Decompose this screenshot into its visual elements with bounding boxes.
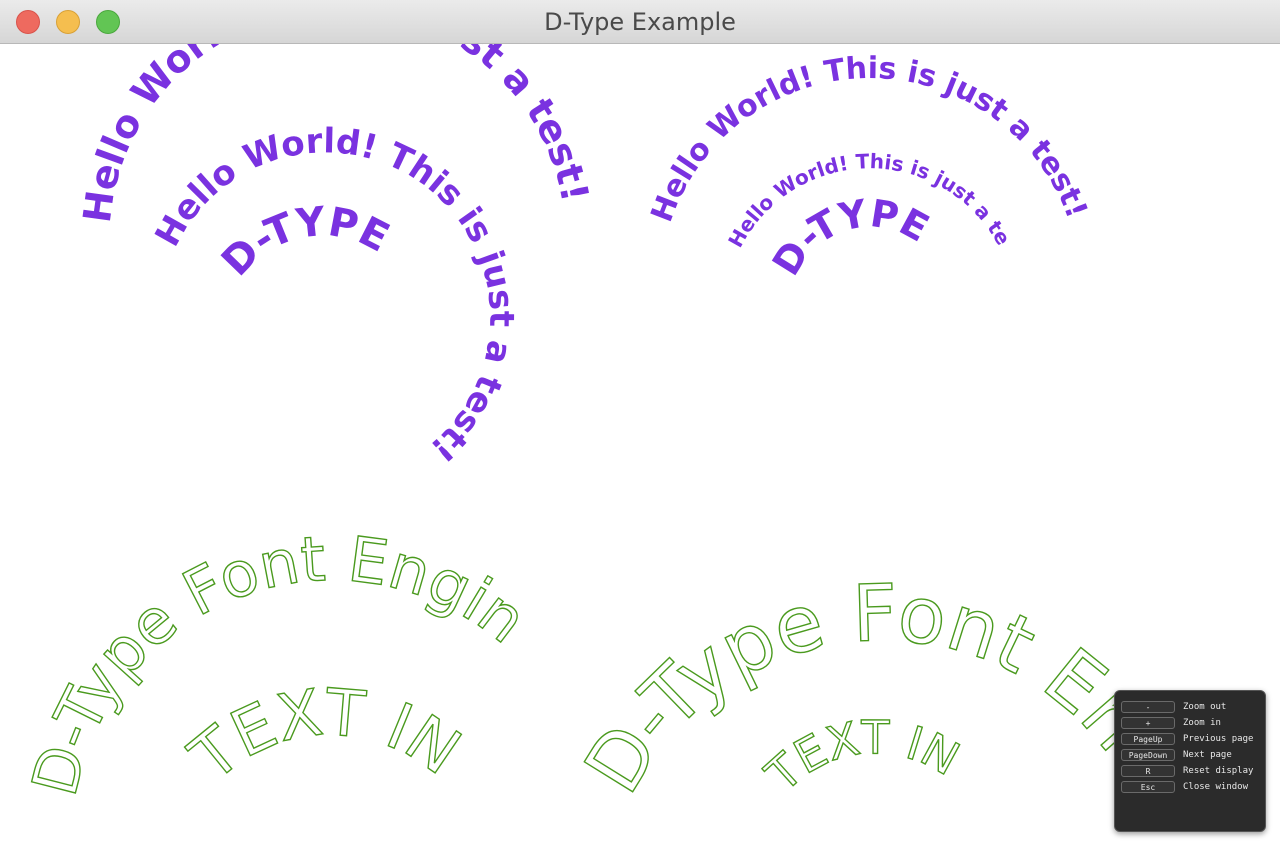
help-desc-close: Close window: [1183, 782, 1249, 792]
tr-inner-arc-text: D-TYPE: [764, 191, 936, 283]
help-desc-zoom-in: Zoom in: [1183, 718, 1221, 728]
key-page-up[interactable]: PageUp: [1121, 733, 1175, 745]
render-canvas[interactable]: Hello World! This is just a test! Hello …: [0, 44, 1280, 844]
help-desc-next-page: Next page: [1183, 750, 1232, 760]
tl-middle-arc-text: Hello World! This is just a test!: [147, 121, 521, 469]
key-zoom-out[interactable]: -: [1121, 701, 1175, 713]
key-zoom-in[interactable]: +: [1121, 717, 1175, 729]
help-desc-zoom-out: Zoom out: [1183, 702, 1227, 712]
help-row-zoom-in: + Zoom in: [1121, 715, 1259, 731]
tr-outer-arc-text: Hello World! This is just a test!: [644, 51, 1094, 227]
help-row-zoom-out: - Zoom out: [1121, 699, 1259, 715]
help-row-prev-page: PageUp Previous page: [1121, 731, 1259, 747]
window-title: D-Type Example: [544, 8, 736, 36]
help-row-close: Esc Close window: [1121, 779, 1259, 795]
keyboard-help-panel: - Zoom out + Zoom in PageUp Previous pag…: [1114, 690, 1266, 832]
help-desc-prev-page: Previous page: [1183, 734, 1254, 744]
bottom-right-arc-group: D-Type Font Engine TEXT IN ARC: [0, 44, 1164, 809]
arc-text-svg: Hello World! This is just a test! Hello …: [0, 44, 1164, 809]
br-outer-arc-text: D-Type Font Engine: [0, 44, 1164, 808]
tl-outer-arc-text: Hello World! This is just a test!: [75, 44, 597, 225]
help-desc-reset: Reset display: [1183, 766, 1254, 776]
tl-inner-arc-text: D-TYPE: [213, 199, 396, 285]
key-reset[interactable]: R: [1121, 765, 1175, 777]
key-escape[interactable]: Esc: [1121, 781, 1175, 793]
help-row-reset: R Reset display: [1121, 763, 1259, 779]
title-bar: D-Type Example: [0, 0, 1280, 44]
help-row-next-page: PageDown Next page: [1121, 747, 1259, 763]
key-page-down[interactable]: PageDown: [1121, 749, 1175, 761]
top-left-arc-group: Hello World! This is just a test! Hello …: [75, 44, 597, 469]
